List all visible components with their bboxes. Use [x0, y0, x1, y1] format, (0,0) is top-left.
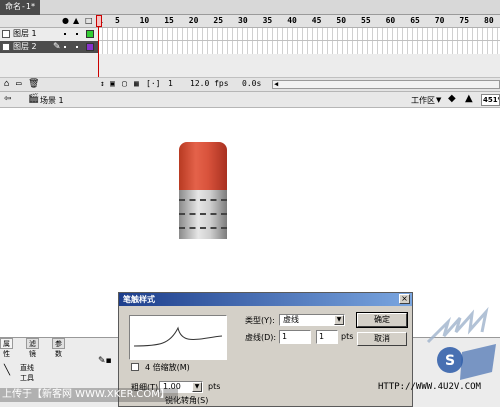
frame-number: 65 [410, 16, 420, 25]
chevron-down-icon[interactable]: ▼ [334, 315, 344, 325]
onion-outline-icon[interactable]: ▢ [122, 79, 127, 88]
frame-number: 35 [262, 16, 273, 25]
edit-scene-icon[interactable]: ▲ [465, 93, 473, 104]
frame-number: 70 [434, 16, 445, 25]
layer-icon [2, 43, 10, 51]
frame-grid[interactable] [98, 28, 500, 54]
lock-icon[interactable]: ▲ [73, 16, 79, 25]
edit-bar: ⇦ 🎬 场景 1 工作区 ▼ ◆ ▲ 451% [0, 91, 500, 108]
layer-name: 图层 1 [13, 29, 37, 38]
chevron-down-icon[interactable]: ▼ [192, 382, 202, 392]
dashed-line [179, 213, 227, 215]
line-tool-icon: ╲ [4, 365, 11, 376]
tool-name-line2: 工具 [20, 374, 34, 382]
timeline-panel: ● ▲ □ 15101520253035404550556065707580 图… [0, 15, 500, 91]
workspace-menu[interactable]: 工作区 [411, 95, 435, 106]
timeline-scrollbar[interactable]: ◀ [272, 80, 500, 89]
eraser-rubber-top [179, 142, 227, 190]
frame-number: 20 [188, 16, 199, 25]
layer-column-icons: ● ▲ □ [62, 16, 98, 27]
gap-length-input[interactable]: 1 [316, 330, 338, 344]
svg-text:S: S [445, 353, 455, 369]
dialog-title-bar[interactable]: 笔触样式 × [119, 293, 412, 306]
frame-rate: 12.0 fps [190, 79, 229, 88]
stroke-preview-curve [133, 326, 223, 347]
edit-multiple-icon[interactable]: ▦ [134, 79, 139, 88]
tool-name-line1: 直线 [20, 364, 34, 372]
layer-name: 图层 2 [13, 42, 37, 51]
timeline-status-bar: ⌂ ▭ 🗑 ↕ ▣ ▢ ▦ [·] 1 12.0 fps 0.0s ◀ [0, 77, 500, 91]
scene-icon: 🎬 [28, 94, 40, 104]
watermark-logo-icon: S [426, 306, 496, 380]
frame-number: 55 [361, 16, 371, 25]
frame-number: 25 [213, 16, 224, 25]
frame-number: 80 [484, 16, 494, 25]
dashed-line [179, 227, 227, 229]
add-layer-icon[interactable]: ⌂ [4, 79, 9, 89]
close-icon[interactable]: × [399, 294, 410, 304]
visibility-dot[interactable] [64, 33, 66, 35]
scroll-left-icon[interactable]: ◀ [274, 80, 278, 88]
dialog-title: 笔触样式 [123, 295, 155, 304]
onion-skin-icon[interactable]: ▣ [110, 79, 115, 88]
layer-icon [2, 30, 10, 38]
delete-layer-icon[interactable]: 🗑 [28, 79, 39, 89]
eraser-drawing[interactable] [179, 142, 227, 239]
outline-icon[interactable]: □ [85, 16, 93, 25]
stroke-color-icon[interactable]: ✎▪ [98, 356, 112, 366]
lock-dot[interactable] [76, 46, 78, 48]
chevron-down-icon[interactable]: ▼ [436, 96, 441, 104]
watermark-text: 上传于【新客网 WWW.XKER.COM】 [0, 388, 178, 402]
frame-number: 5 [115, 16, 120, 25]
type-label: 类型(Y): [245, 316, 275, 325]
center-frame-icon[interactable]: ↕ [100, 79, 105, 88]
gap-unit: pts [341, 332, 354, 341]
frame-number: 40 [287, 16, 297, 25]
row-separator [98, 40, 500, 41]
thickness-unit: pts [208, 382, 221, 391]
document-tab-strip: 命名-1* [0, 0, 500, 15]
visibility-dot[interactable] [64, 46, 66, 48]
modify-markers-icon[interactable]: [·] [146, 79, 160, 88]
type-value: 虚线 [283, 315, 299, 324]
frame-number: 75 [459, 16, 470, 25]
zoom-4x-label: 4 倍缩放(M) [145, 363, 190, 372]
dashed-line [179, 199, 227, 201]
dash-label: 虚线(D): [245, 333, 277, 342]
zoom-field[interactable]: 451% [481, 94, 500, 106]
frame-number: 45 [311, 16, 322, 25]
scene-name[interactable]: 场景 1 [40, 95, 64, 106]
lock-dot[interactable] [76, 33, 78, 35]
dash-length-input[interactable]: 1 [279, 330, 311, 344]
tab-properties[interactable]: 属性 [0, 338, 13, 358]
ok-button[interactable]: 确定 [356, 312, 408, 328]
tab-filters[interactable]: 滤镜 [26, 338, 39, 358]
pencil-icon: ✎ [53, 42, 61, 52]
stroke-preview [129, 315, 227, 360]
edit-symbols-icon[interactable]: ◆ [448, 93, 456, 104]
tab-parameters[interactable]: 参数 [52, 338, 65, 358]
tool-name: 直线 工具 [20, 363, 34, 383]
frame-number: 30 [238, 16, 248, 25]
frame-number: 50 [336, 16, 347, 25]
frame-number: 10 [139, 16, 150, 25]
frame-number: 60 [385, 16, 396, 25]
timeline-header: ● ▲ □ 15101520253035404550556065707580 [0, 15, 500, 28]
frame-number: 15 [164, 16, 174, 25]
add-folder-icon[interactable]: ▭ [16, 79, 21, 89]
zoom-4x-checkbox[interactable] [131, 363, 139, 371]
type-select[interactable]: 虚线 ▼ [279, 314, 345, 326]
document-tab[interactable]: 命名-1* [0, 0, 41, 15]
back-arrow-icon[interactable]: ⇦ [4, 94, 12, 104]
layer-row-1[interactable]: 图层 1 [0, 28, 98, 40]
elapsed-time: 0.0s [242, 79, 262, 88]
current-frame: 1 [168, 79, 173, 88]
layer-row-2[interactable]: 图层 2 ✎ [0, 41, 98, 53]
playhead[interactable] [96, 15, 102, 27]
layer-outline-color[interactable] [86, 43, 94, 51]
cancel-button[interactable]: 取消 [357, 332, 407, 346]
layer-outline-color[interactable] [86, 30, 94, 38]
eye-icon[interactable]: ● [62, 16, 69, 25]
